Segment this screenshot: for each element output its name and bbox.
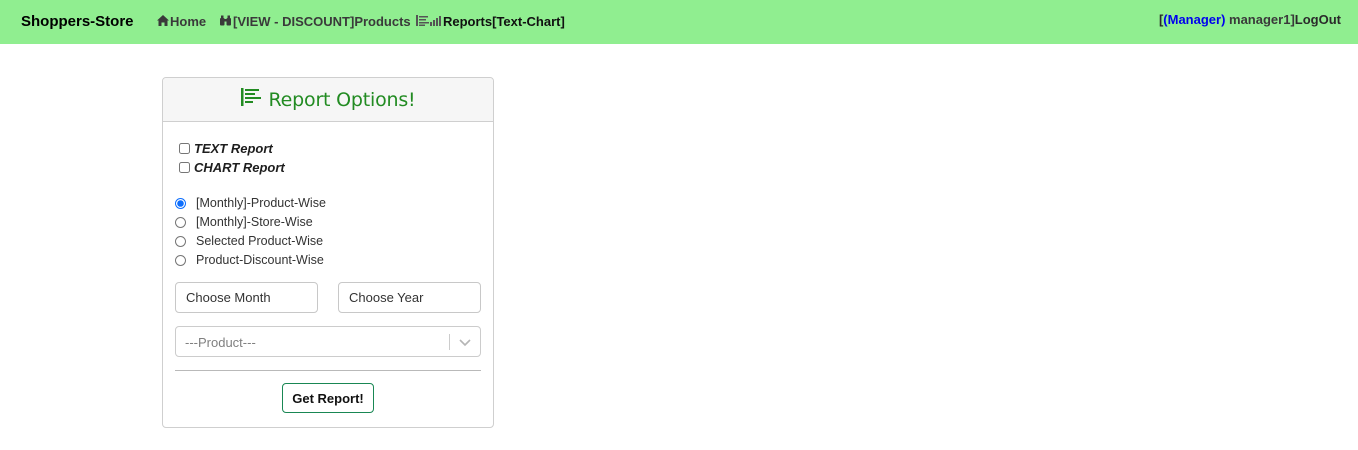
monthly-product-radio[interactable] [175,197,186,209]
binoculars-icon [219,14,232,29]
report-options-card: Report Options! TEXT Report CHART Report… [162,77,494,428]
user-name: manager1] [1225,12,1295,27]
nav-products-link[interactable]: [VIEW - DISCOUNT]Products [219,14,411,29]
brand-link[interactable]: Shoppers-Store [21,13,134,30]
nav-home-link[interactable]: Home [157,14,206,29]
product-discount-label: Product-Discount-Wise [196,253,324,267]
product-discount-radio[interactable] [175,254,186,266]
card-title: Report Options! [268,88,416,111]
nav-reports-label: Reports[Text-Chart] [443,14,565,29]
product-select-value: ---Product--- [185,335,256,350]
monthly-store-radio[interactable] [175,216,186,228]
chart-report-option[interactable]: CHART Report [179,160,285,175]
chart-report-label: CHART Report [194,160,285,175]
home-icon [157,14,169,29]
nav-products-label: [VIEW - DISCOUNT]Products [233,14,411,29]
card-header: Report Options! [163,78,493,122]
select-separator [449,334,450,350]
product-select[interactable]: ---Product--- [175,326,481,357]
nav-home-label: Home [170,14,207,29]
selected-product-radio[interactable] [175,235,186,247]
chevron-down-icon[interactable] [458,335,472,349]
reports-icon [416,14,442,29]
monthly-product-label: [Monthly]-Product-Wise [196,196,326,210]
report-list-icon [240,88,261,111]
radio-option-selected-product[interactable]: Selected Product-Wise [175,234,323,248]
nav-reports-link[interactable]: Reports[Text-Chart] [416,14,565,29]
top-navbar: Shoppers-Store Home [VIEW - DISCOUNT]Pro… [0,0,1358,44]
radio-option-product-discount[interactable]: Product-Discount-Wise [175,253,324,267]
choose-month-input[interactable] [175,282,318,313]
text-report-label: TEXT Report [194,141,273,156]
radio-option-monthly-store[interactable]: [Monthly]-Store-Wise [175,215,313,229]
divider [175,370,481,371]
user-info: [(Manager) manager1]LogOut [1159,12,1341,27]
choose-year-input[interactable] [338,282,481,313]
chart-report-checkbox[interactable] [179,162,190,173]
get-report-button[interactable]: Get Report! [282,383,374,413]
text-report-checkbox[interactable] [179,143,190,154]
selected-product-label: Selected Product-Wise [196,234,324,248]
user-role: (Manager) [1163,12,1226,27]
monthly-store-label: [Monthly]-Store-Wise [196,215,313,229]
radio-option-monthly-product[interactable]: [Monthly]-Product-Wise [175,196,326,210]
text-report-option[interactable]: TEXT Report [179,141,273,156]
logout-link[interactable]: LogOut [1295,12,1341,27]
